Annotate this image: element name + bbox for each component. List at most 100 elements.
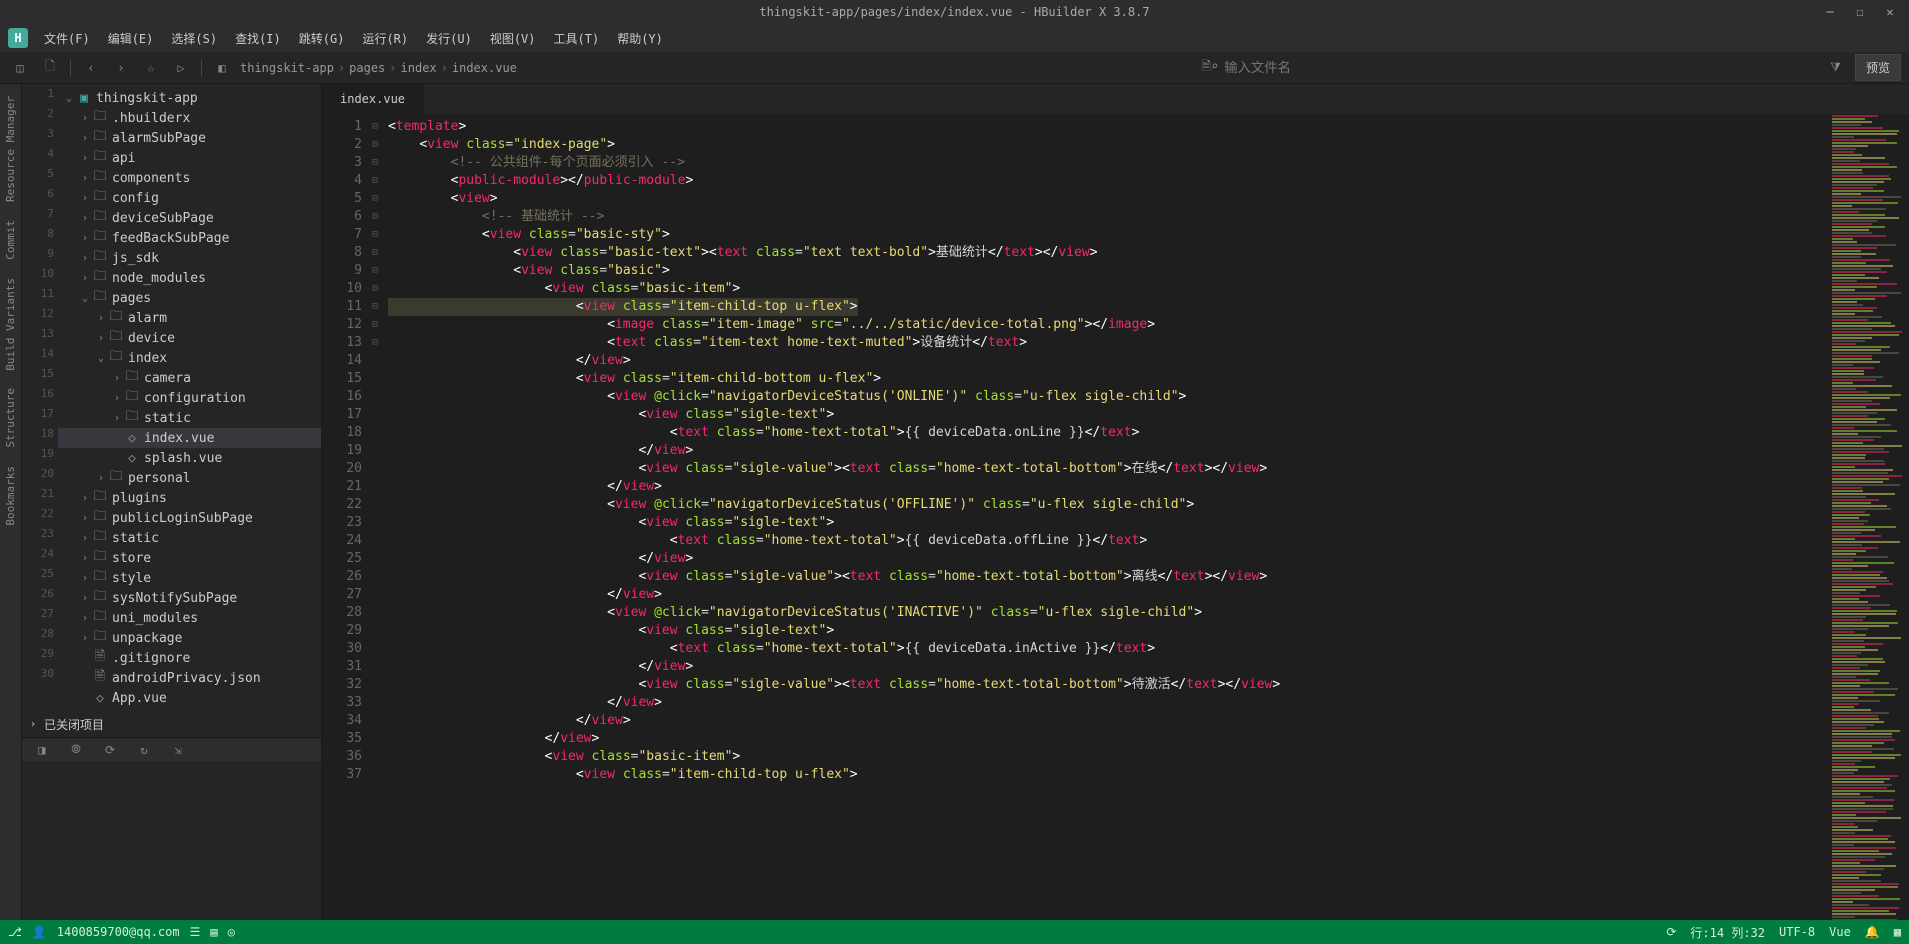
side-tab-resource[interactable]: Resource Manager bbox=[4, 92, 17, 206]
status-encoding[interactable]: UTF-8 bbox=[1779, 925, 1815, 939]
status-user[interactable]: 1400859700@qq.com bbox=[57, 925, 180, 939]
status-icon-b[interactable]: ▤ bbox=[210, 925, 217, 939]
folder-publicLoginSubPage[interactable]: ›🗀publicLoginSubPage bbox=[58, 508, 321, 528]
file-androidPrivacy.json[interactable]: 🗎androidPrivacy.json bbox=[58, 668, 321, 688]
file-index.vue[interactable]: ◇index.vue bbox=[58, 428, 321, 448]
new-split-icon[interactable]: ◫ bbox=[8, 56, 32, 80]
panel-icon[interactable]: ◧ bbox=[210, 56, 234, 80]
folder-style[interactable]: ›🗀style bbox=[58, 568, 321, 588]
status-icon-a[interactable]: ☰ bbox=[190, 925, 201, 939]
side-tab-commit[interactable]: Commit bbox=[4, 216, 17, 264]
side-tab-bookmarks[interactable]: Bookmarks bbox=[4, 462, 17, 530]
breadcrumb-item[interactable]: pages bbox=[349, 61, 385, 75]
window-title: thingskit-app/pages/index/index.vue - HB… bbox=[759, 5, 1149, 19]
menu-run[interactable]: 运行(R) bbox=[354, 26, 416, 51]
search-input[interactable] bbox=[1224, 60, 1424, 75]
project-root[interactable]: ⌄▣thingskit-app bbox=[58, 88, 321, 108]
code-editor[interactable]: <template> <view class="index-page"> <!-… bbox=[388, 114, 1829, 920]
tool-icon-d[interactable]: ↻ bbox=[132, 738, 156, 762]
folder-sysNotifySubPage[interactable]: ›🗀sysNotifySubPage bbox=[58, 588, 321, 608]
forward-icon[interactable]: › bbox=[109, 56, 133, 80]
folder-deviceSubPage[interactable]: ›🗀deviceSubPage bbox=[58, 208, 321, 228]
folder-js_sdk[interactable]: ›🗀js_sdk bbox=[58, 248, 321, 268]
breadcrumb-item[interactable]: index.vue bbox=[452, 61, 517, 75]
menu-goto[interactable]: 跳转(G) bbox=[291, 26, 353, 51]
folder-configuration[interactable]: ›🗀configuration bbox=[58, 388, 321, 408]
menu-find[interactable]: 查找(I) bbox=[227, 26, 289, 51]
status-position[interactable]: 行:14 列:32 bbox=[1690, 924, 1765, 941]
folder-camera[interactable]: ›🗀camera bbox=[58, 368, 321, 388]
tool-icon-c[interactable]: ⟳ bbox=[98, 738, 122, 762]
folder-static[interactable]: ›🗀static bbox=[58, 408, 321, 428]
minimap[interactable] bbox=[1829, 114, 1909, 920]
folder-device[interactable]: ›🗀device bbox=[58, 328, 321, 348]
toolbar: ◫ 🗋 ‹ › ☆ ▷ ◧ thingskit-app › pages › in… bbox=[0, 52, 1909, 84]
file-.gitignore[interactable]: 🗎.gitignore bbox=[58, 648, 321, 668]
preview-button[interactable]: 预览 bbox=[1855, 54, 1901, 81]
folder-uni_modules[interactable]: ›🗀uni_modules bbox=[58, 608, 321, 628]
file-App.vue[interactable]: ◇App.vue bbox=[58, 688, 321, 708]
tree-line-numbers: 1234567891011121314151617181920212223242… bbox=[22, 84, 58, 712]
maximize-button[interactable]: ☐ bbox=[1845, 0, 1875, 24]
search-icon: 🗎⌕ bbox=[1201, 57, 1218, 78]
menu-select[interactable]: 选择(S) bbox=[163, 26, 225, 51]
fold-gutter[interactable]: ⊟⊟ ⊟⊟⊟⊟ ⊟⊟⊟ ⊟⊟ ⊟⊟ bbox=[372, 114, 388, 920]
folder-.hbuilderx[interactable]: ›🗀.hbuilderx bbox=[58, 108, 321, 128]
tool-icon-b[interactable]: ⦾ bbox=[64, 738, 88, 762]
menu-help[interactable]: 帮助(Y) bbox=[609, 26, 671, 51]
line-number-gutter: 1234567891011121314151617181920212223242… bbox=[322, 114, 372, 920]
menu-release[interactable]: 发行(U) bbox=[418, 26, 480, 51]
close-button[interactable]: ✕ bbox=[1875, 0, 1905, 24]
breadcrumb-item[interactable]: thingskit-app bbox=[240, 61, 334, 75]
branch-icon: ⎇ bbox=[8, 925, 22, 939]
folder-plugins[interactable]: ›🗀plugins bbox=[58, 488, 321, 508]
side-tab-build[interactable]: Build Variants bbox=[4, 274, 17, 375]
menu-tools[interactable]: 工具(T) bbox=[546, 26, 608, 51]
back-icon[interactable]: ‹ bbox=[79, 56, 103, 80]
folder-pages[interactable]: ⌄🗀pages bbox=[58, 288, 321, 308]
filter-icon[interactable]: ⧩ bbox=[1830, 60, 1841, 75]
closed-projects[interactable]: 已关闭项目 bbox=[44, 716, 104, 733]
menu-bar: H 文件(F) 编辑(E) 选择(S) 查找(I) 跳转(G) 运行(R) 发行… bbox=[0, 24, 1909, 52]
user-icon: 👤 bbox=[32, 925, 47, 939]
breadcrumb-item[interactable]: index bbox=[401, 61, 437, 75]
app-logo: H bbox=[8, 28, 28, 48]
folder-node_modules[interactable]: ›🗀node_modules bbox=[58, 268, 321, 288]
new-file-icon[interactable]: 🗋 bbox=[38, 56, 62, 80]
bell-icon[interactable]: 🔔 bbox=[1865, 925, 1880, 939]
tool-icon-a[interactable]: ◨ bbox=[30, 738, 54, 762]
side-tab-structure[interactable]: Structure bbox=[4, 384, 17, 452]
folder-alarmSubPage[interactable]: ›🗀alarmSubPage bbox=[58, 128, 321, 148]
folder-config[interactable]: ›🗀config bbox=[58, 188, 321, 208]
tree-footer: ◨ ⦾ ⟳ ↻ ⇲ bbox=[22, 737, 321, 761]
folder-personal[interactable]: ›🗀personal bbox=[58, 468, 321, 488]
folder-api[interactable]: ›🗀api bbox=[58, 148, 321, 168]
tool-icon-e[interactable]: ⇲ bbox=[166, 738, 190, 762]
status-icon-c[interactable]: ◎ bbox=[228, 925, 235, 939]
grid-icon[interactable]: ▦ bbox=[1894, 925, 1901, 939]
menu-file[interactable]: 文件(F) bbox=[36, 26, 98, 51]
editor-area: index.vue 123456789101112131415161718192… bbox=[322, 84, 1909, 920]
menu-view[interactable]: 视图(V) bbox=[482, 26, 544, 51]
star-icon[interactable]: ☆ bbox=[139, 56, 163, 80]
minimize-button[interactable]: ─ bbox=[1815, 0, 1845, 24]
sync-icon[interactable]: ⟳ bbox=[1666, 925, 1676, 939]
folder-components[interactable]: ›🗀components bbox=[58, 168, 321, 188]
folder-index[interactable]: ⌄🗀index bbox=[58, 348, 321, 368]
editor-tabs: index.vue bbox=[322, 84, 1909, 114]
title-bar: thingskit-app/pages/index/index.vue - HB… bbox=[0, 0, 1909, 24]
folder-alarm[interactable]: ›🗀alarm bbox=[58, 308, 321, 328]
left-side-strip: Resource Manager Commit Build Variants S… bbox=[0, 84, 22, 920]
folder-static[interactable]: ›🗀static bbox=[58, 528, 321, 548]
file-tree: 1234567891011121314151617181920212223242… bbox=[22, 84, 322, 920]
run-icon[interactable]: ▷ bbox=[169, 56, 193, 80]
breadcrumb: thingskit-app › pages › index › index.vu… bbox=[240, 61, 517, 75]
folder-unpackage[interactable]: ›🗀unpackage bbox=[58, 628, 321, 648]
folder-feedBackSubPage[interactable]: ›🗀feedBackSubPage bbox=[58, 228, 321, 248]
folder-store[interactable]: ›🗀store bbox=[58, 548, 321, 568]
status-language[interactable]: Vue bbox=[1829, 925, 1851, 939]
status-bar: ⎇ 👤 1400859700@qq.com ☰ ▤ ◎ ⟳ 行:14 列:32 … bbox=[0, 920, 1909, 944]
menu-edit[interactable]: 编辑(E) bbox=[100, 26, 162, 51]
tab-index-vue[interactable]: index.vue bbox=[322, 84, 424, 114]
file-splash.vue[interactable]: ◇splash.vue bbox=[58, 448, 321, 468]
